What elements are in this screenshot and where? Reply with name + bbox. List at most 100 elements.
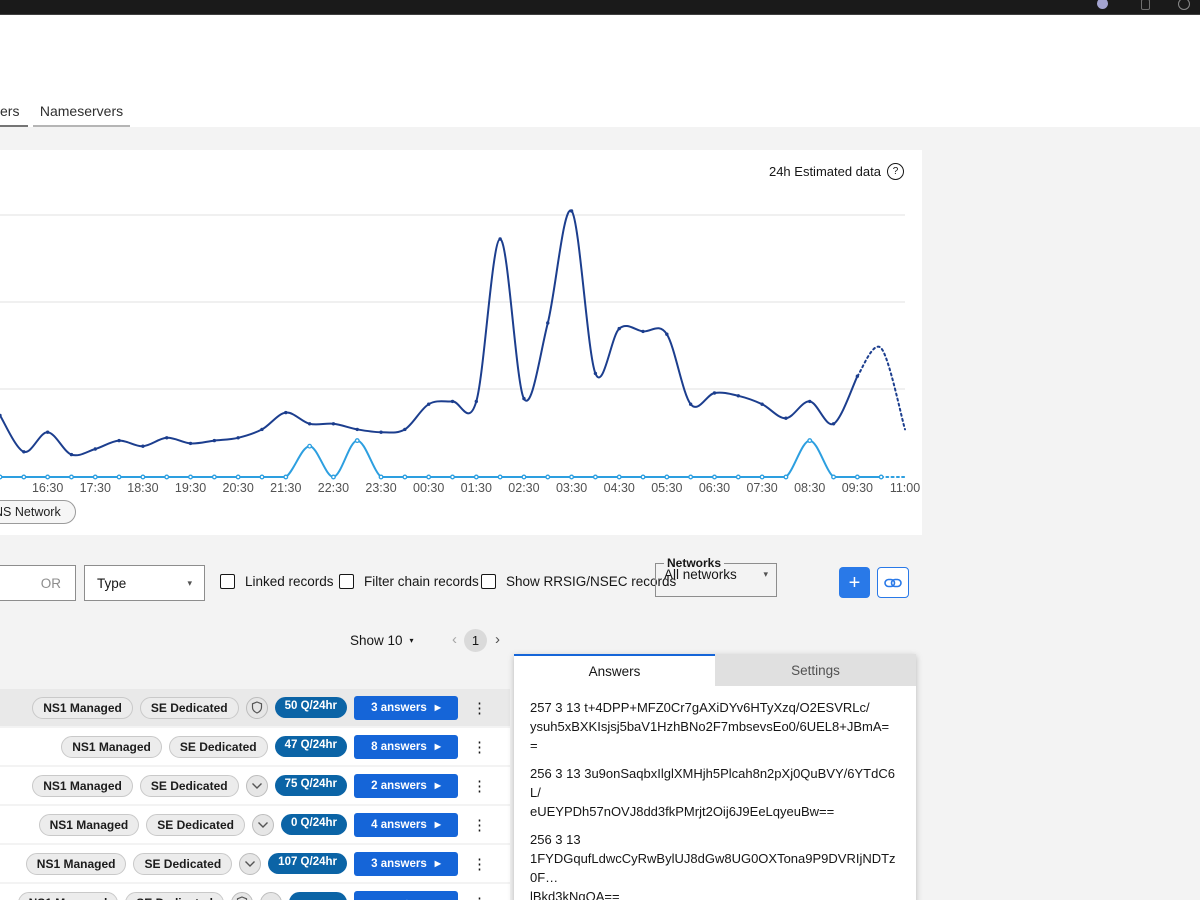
next-page-button[interactable]: › — [495, 631, 500, 648]
record-row[interactable]: NS1 Managed SE Dedicated 107 Q/24hr 3 an… — [0, 845, 510, 882]
legend-dns-network[interactable]: DNS Network — [0, 500, 76, 524]
x-tick-label: 17:30 — [73, 481, 117, 495]
type-dropdown-value: Type — [97, 576, 126, 591]
record-row[interactable]: NS1 Managed SE Dedicated 47 Q/24hr 8 ans… — [0, 728, 510, 765]
show-rrsig-nsec-checkbox[interactable]: Show RRSIG/NSEC records — [481, 574, 676, 589]
queries-badge: 47 Q/24hr — [275, 736, 347, 757]
prev-page-button[interactable]: ‹ — [452, 631, 457, 648]
checkbox-label: Linked records — [245, 574, 334, 589]
play-icon: ▶ — [435, 859, 441, 868]
x-tick-label: 22:30 — [311, 481, 355, 495]
link-record-button[interactable] — [877, 567, 909, 598]
x-tick-label: 20:30 — [216, 481, 260, 495]
x-tick-label: 01:30 — [454, 481, 498, 495]
record-row[interactable]: NS1 Managed SE Dedicated ▶ ⋮ — [0, 884, 510, 900]
x-tick-label: 00:30 — [407, 481, 451, 495]
answers-count: 4 answers — [371, 819, 427, 831]
ns1-managed-badge: NS1 Managed — [61, 736, 162, 758]
ns1-managed-badge: NS1 Managed — [32, 697, 133, 719]
x-tick-label: 11:00 — [883, 481, 927, 495]
answers-panel-tabs: Answers Settings — [514, 654, 916, 686]
x-tick-label: 09:30 — [835, 481, 879, 495]
answers-button[interactable]: 4 answers ▶ — [354, 813, 458, 837]
account-icon[interactable] — [1178, 0, 1190, 10]
page-header: ers Nameservers — [0, 15, 1200, 127]
dnskey-answer: 257 3 13 t+4DPP+MFZ0Cr7gAXiDYv6HTyXzq/O2… — [530, 698, 896, 755]
ns1-managed-badge: NS1 Managed — [32, 775, 133, 797]
answers-count: 8 answers — [371, 741, 427, 753]
x-tick-label: 05:30 — [645, 481, 689, 495]
record-row[interactable]: NS1 Managed SE Dedicated 50 Q/24hr 3 ans… — [0, 689, 510, 726]
overflow-menu-icon[interactable]: ⋮ — [472, 738, 484, 756]
overflow-menu-icon[interactable]: ⋮ — [472, 894, 484, 900]
x-tick-label: 18:30 — [121, 481, 165, 495]
queries-badge — [289, 892, 347, 900]
record-row[interactable]: NS1 Managed SE Dedicated 0 Q/24hr 4 answ… — [0, 806, 510, 843]
x-tick-label: 06:30 — [692, 481, 736, 495]
x-tick-label: 02:30 — [502, 481, 546, 495]
x-tick-label: 03:30 — [550, 481, 594, 495]
checkbox-icon — [339, 574, 354, 589]
expand-chevron-icon[interactable] — [260, 892, 282, 900]
dnssec-shield-icon[interactable] — [231, 892, 253, 900]
ns1-managed-badge: NS1 Managed — [18, 892, 119, 900]
help-icon[interactable] — [1141, 0, 1150, 10]
app-root: ers Nameservers 24h Estimated data ? 16:… — [0, 0, 1200, 900]
overflow-menu-icon[interactable]: ⋮ — [472, 816, 484, 834]
overflow-menu-icon[interactable]: ⋮ — [472, 777, 484, 795]
top-navigation-bar — [0, 0, 1200, 15]
chevron-down-icon: ▾ — [763, 569, 768, 580]
type-dropdown[interactable]: Type ▾ — [84, 565, 205, 601]
se-dedicated-badge: SE Dedicated — [125, 892, 224, 900]
dnskey-answer: 256 3 13 3u9onSaqbxIlglXMHjh5Plcah8n2pXj… — [530, 764, 896, 821]
answers-count: 3 answers — [371, 702, 427, 714]
x-tick-label: 21:30 — [264, 481, 308, 495]
current-page-button[interactable]: 1 — [464, 629, 487, 652]
legend-label: DNS Network — [0, 505, 61, 519]
play-icon: ▶ — [435, 742, 441, 751]
x-tick-label: 04:30 — [597, 481, 641, 495]
answers-button[interactable]: 8 answers ▶ — [354, 735, 458, 759]
link-icon — [884, 577, 902, 589]
answers-button[interactable]: ▶ — [354, 891, 458, 900]
queries-badge: 50 Q/24hr — [275, 697, 347, 718]
expand-chevron-icon[interactable] — [252, 814, 274, 836]
traffic-chart-panel: 24h Estimated data ? 16:3017:3018:3019:3… — [0, 150, 922, 535]
tab-label: Nameservers — [40, 103, 123, 119]
overflow-menu-icon[interactable]: ⋮ — [472, 699, 484, 717]
answers-button[interactable]: 3 answers ▶ — [354, 852, 458, 876]
dnssec-shield-icon[interactable] — [246, 697, 268, 719]
avatar[interactable] — [1097, 0, 1108, 9]
tab-nameservers[interactable]: Nameservers — [33, 97, 130, 127]
expand-chevron-icon[interactable] — [239, 853, 261, 875]
expand-chevron-icon[interactable] — [246, 775, 268, 797]
add-record-button[interactable]: + — [839, 567, 870, 598]
se-dedicated-badge: SE Dedicated — [140, 697, 239, 719]
tab-settings[interactable]: Settings — [715, 654, 916, 686]
record-row[interactable]: NS1 Managed SE Dedicated 75 Q/24hr 2 ans… — [0, 767, 510, 804]
answers-panel: Answers Settings 257 3 13 t+4DPP+MFZ0Cr7… — [514, 654, 916, 900]
x-tick-label: 16:30 — [26, 481, 70, 495]
networks-value: All networks — [664, 567, 737, 582]
search-or-toggle[interactable]: OR — [0, 565, 76, 601]
overflow-menu-icon[interactable]: ⋮ — [472, 855, 484, 873]
tab-records-cut[interactable]: ers — [0, 97, 28, 127]
or-label: OR — [41, 576, 61, 591]
checkbox-icon — [481, 574, 496, 589]
linked-records-checkbox[interactable]: Linked records — [220, 574, 334, 589]
x-tick-label: 23:30 — [359, 481, 403, 495]
checkbox-label: Show RRSIG/NSEC records — [506, 574, 676, 589]
show-per-page-label: Show 10 — [350, 633, 403, 648]
queries-badge: 107 Q/24hr — [268, 853, 347, 874]
checkbox-icon — [220, 574, 235, 589]
se-dedicated-badge: SE Dedicated — [140, 775, 239, 797]
answers-button[interactable]: 2 answers ▶ — [354, 774, 458, 798]
filter-chain-records-checkbox[interactable]: Filter chain records — [339, 574, 479, 589]
networks-dropdown[interactable]: Networks All networks ▾ — [655, 556, 777, 597]
answers-button[interactable]: 3 answers ▶ — [354, 696, 458, 720]
show-per-page-select[interactable]: Show 10 ▾ — [350, 633, 414, 648]
play-icon: ▶ — [435, 820, 441, 829]
tab-answers[interactable]: Answers — [514, 654, 715, 686]
tab-label: ers — [0, 103, 19, 119]
queries-badge: 75 Q/24hr — [275, 775, 347, 796]
